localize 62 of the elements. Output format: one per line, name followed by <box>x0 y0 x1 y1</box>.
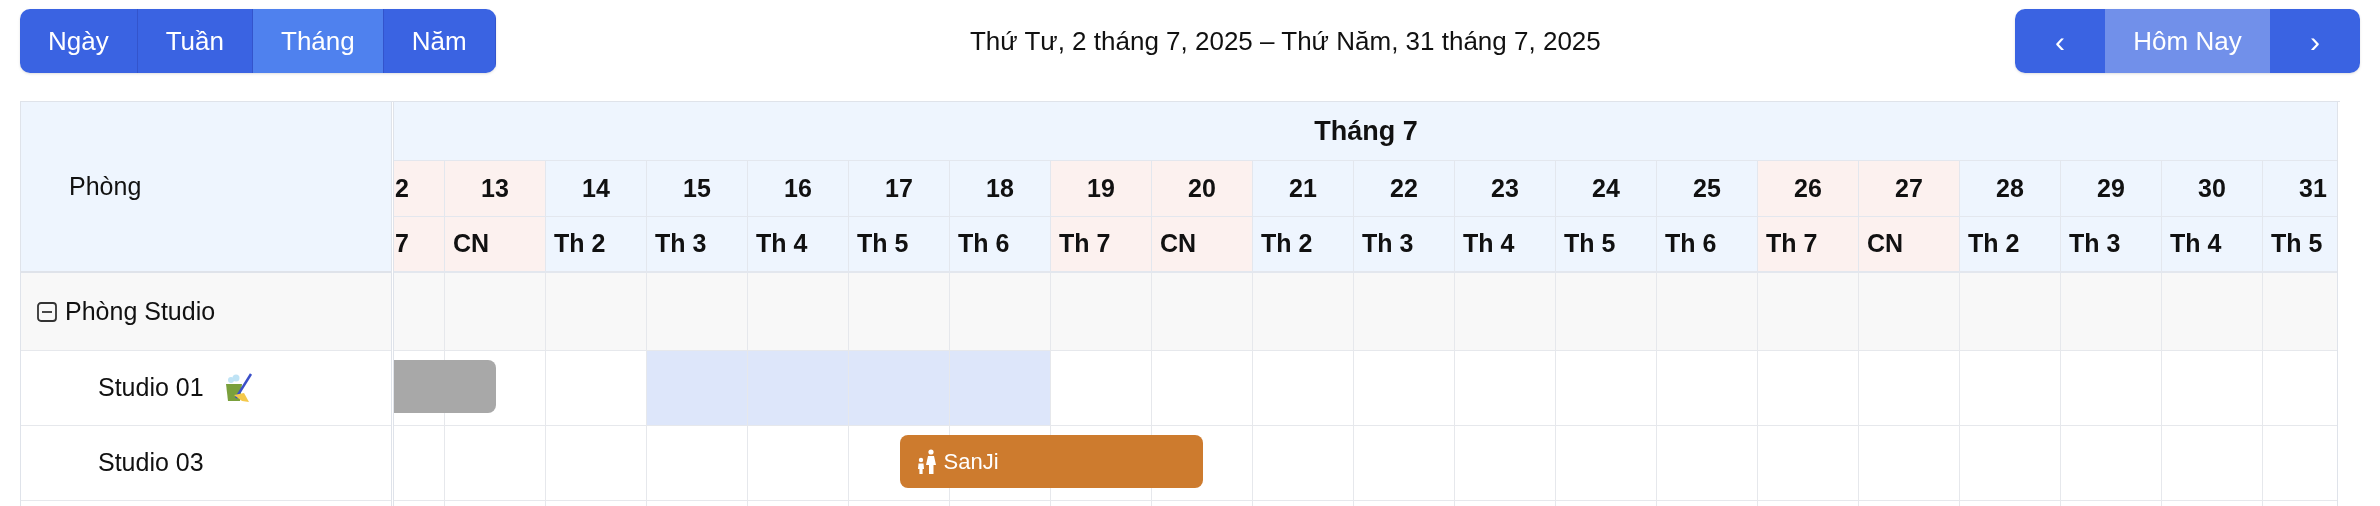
day-number: 13 <box>445 161 546 216</box>
day-number: 24 <box>1556 161 1657 216</box>
weekday-label: Th 2 <box>546 217 647 271</box>
weekday-label: Th 3 <box>647 217 748 271</box>
next-button[interactable]: › <box>2270 9 2360 73</box>
selected-day-cell[interactable] <box>849 351 950 425</box>
guest-name: SanJi <box>943 448 999 476</box>
weekday-label: Th 4 <box>1455 217 1556 271</box>
day-number: 31 <box>2263 161 2337 216</box>
weekday-label: CN <box>445 217 546 271</box>
booking-bar[interactable]: SanJi <box>899 435 1203 488</box>
view-tab[interactable]: Tháng <box>253 9 384 73</box>
weekday-label: Th 4 <box>2162 217 2263 271</box>
today-button[interactable]: Hôm Nay <box>2105 9 2270 73</box>
view-tab[interactable]: Ngày <box>20 9 138 73</box>
day-number: 26 <box>1758 161 1859 216</box>
weekday-label: Th 4 <box>748 217 849 271</box>
day-number: 23 <box>1455 161 1556 216</box>
weekday-label: Th 5 <box>1556 217 1657 271</box>
day-number: 20 <box>1152 161 1253 216</box>
weekday-label: CN <box>1859 217 1960 271</box>
day-number: 2 <box>394 161 445 216</box>
blocked-bar[interactable] <box>394 360 496 413</box>
room-name: Studio 01 <box>98 372 204 404</box>
day-number: 18 <box>950 161 1051 216</box>
day-number: 30 <box>2162 161 2263 216</box>
date-range-title: Thứ Tư, 2 tháng 7, 2025 – Thứ Năm, 31 tháng 7, 2025 <box>969 24 1601 58</box>
weekday-label: Th 5 <box>2263 217 2337 271</box>
view-tab[interactable]: Tuần <box>137 9 253 73</box>
previous-button[interactable]: ‹ <box>2015 9 2105 73</box>
selected-day-cell[interactable] <box>748 351 849 425</box>
weekday-label: CN <box>1152 217 1253 271</box>
view-tab[interactable]: Năm <box>383 9 496 73</box>
weekday-label: Th 7 <box>1758 217 1859 271</box>
day-number: 16 <box>748 161 849 216</box>
day-number: 15 <box>647 161 748 216</box>
room-group-name: Phòng Studio <box>65 295 216 327</box>
weekday-label: Th 3 <box>1354 217 1455 271</box>
month-label: Tháng 7 <box>1314 114 1418 148</box>
weekday-label: Th 6 <box>1657 217 1758 271</box>
family-icon <box>915 448 938 475</box>
weekday-label: Th 2 <box>1253 217 1354 271</box>
day-number: 28 <box>1960 161 2061 216</box>
day-number: 21 <box>1253 161 1354 216</box>
weekday-label: Th 3 <box>2061 217 2162 271</box>
weekday-label: 7 <box>394 217 445 271</box>
day-number: 14 <box>546 161 647 216</box>
room-header: Phòng <box>21 102 391 273</box>
collapse-icon[interactable] <box>37 301 57 322</box>
day-number: 25 <box>1657 161 1758 216</box>
day-number: 17 <box>849 161 950 216</box>
weekday-label: Th 6 <box>950 217 1051 271</box>
day-number: 29 <box>2061 161 2162 216</box>
room-name: Studio 03 <box>98 447 204 479</box>
day-number: 19 <box>1051 161 1152 216</box>
weekday-label: Th 7 <box>1051 217 1152 271</box>
selected-day-cell[interactable] <box>950 351 1051 425</box>
day-number: 22 <box>1354 161 1455 216</box>
weekday-label: Th 2 <box>1960 217 2061 271</box>
day-number: 27 <box>1859 161 1960 216</box>
weekday-label: Th 5 <box>849 217 950 271</box>
selected-day-cell[interactable] <box>647 351 748 425</box>
